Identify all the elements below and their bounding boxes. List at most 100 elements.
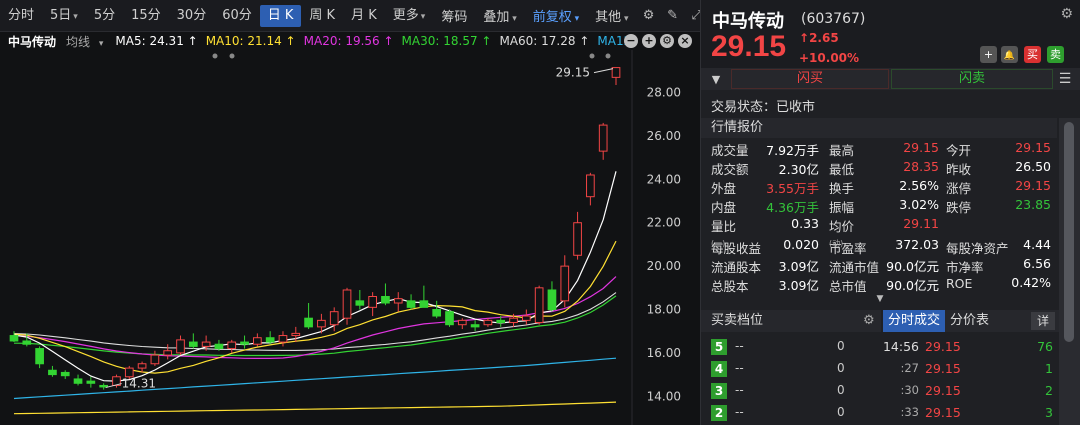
candle-up [586,174,595,198]
tab-period[interactable]: 30分 [169,5,215,27]
settings-icon[interactable]: ⚙ [640,7,658,25]
quote-stats-table: 成交量 7.92万手 最高 29.15 今开 29.15 成交额 2.30亿 最低 28.35 昨收… [701,139,1059,234]
minus-icon[interactable]: − [624,34,638,48]
candle-up [253,337,262,345]
candle-down [496,319,506,324]
stat-value: 28.35 [903,159,939,174]
chip-button[interactable]: 筹码 [433,6,475,25]
tab-period[interactable]: 5分 [86,5,123,27]
price-change-pct: +10.00% [799,51,860,65]
stat-value: 26.50 [1015,159,1051,174]
orderbook-row[interactable]: 3 -- 0 [701,380,881,402]
arrow-up-icon: ↑ [799,31,810,45]
candle-down [445,311,454,326]
y-tick-label: 16.00 [647,346,681,360]
scrollbar[interactable] [1059,118,1080,425]
ma-legend-item: MA20: 19.56 ↑ [303,34,394,48]
y-tick-label: 26.00 [647,129,681,143]
orderbook-row[interactable]: 2 -- 0 [701,402,881,424]
alert-button[interactable]: 🔔 [1001,46,1018,63]
tab-period[interactable]: 日 K [259,4,302,27]
stat-label: 最高 [829,143,855,158]
add-watchlist-button[interactable]: + [980,46,997,63]
tick-volume: 76 [1037,339,1053,354]
trade-status: 交易状态：已收市 [711,100,816,115]
expand-chevron-icon[interactable]: ▼ [701,294,1059,306]
quote-panel: 中马传动 (603767) ⚙ 29.15 ↑2.65 +10.00% + 🔔 … [700,0,1080,425]
adjust-button[interactable]: 前复权 ▾ [525,6,587,25]
tab-price-table[interactable]: 分价表 [945,310,994,332]
collapse-icon[interactable]: ▼ [701,73,731,86]
tab-period[interactable]: 15分 [123,5,169,27]
fin-label-sub: (动) [829,239,844,248]
sell-button[interactable]: 卖 [1047,46,1064,63]
fin-value: 90.0亿元 [886,259,939,274]
marker-dot [212,53,218,59]
tick-row: :33 29.15 3 [883,402,1059,424]
stat-label: 均价 [829,219,855,234]
tab-label: 日 K [267,7,294,23]
candle-down [355,300,365,306]
candle-down [60,371,70,377]
stat-label: 跌停 [946,200,972,215]
stat-label: 振幅 [829,200,855,215]
tick-price: 29.15 [925,383,961,398]
plus-icon[interactable]: + [642,34,656,48]
fin-value: 372.03 [895,237,939,252]
candle-down [470,324,480,328]
close-icon[interactable]: × [678,34,692,48]
detail-button[interactable]: 详 [1030,312,1055,330]
tab-period[interactable]: 60分 [214,5,260,27]
gear-icon[interactable]: ⚙ [863,313,875,328]
stats-row: 成交额 2.30亿 最低 28.35 昨收 26.50 [701,158,1059,177]
tab-label: 分时 [8,7,35,23]
tab-period[interactable]: 月 K [343,5,385,27]
candle-up [176,339,185,354]
settings-icon[interactable]: ⚙ [660,34,674,48]
tick-volume: 3 [1045,405,1053,420]
tab-period[interactable]: 更多 ▾ [385,5,434,27]
other-button[interactable]: 其他 ▾ [587,6,636,25]
price-change: ↑2.65 [799,31,839,45]
tab-label: 周 K [309,7,336,23]
orderbook-price: -- [735,383,744,397]
flash-buy-button[interactable]: 闪买 [731,69,889,89]
stats-row: 成交量 7.92万手 最高 29.15 今开 29.15 [701,139,1059,158]
toolbar-right: 筹码 叠加 ▾ 前复权 ▾ 其他 ▾ ⚙ ✎ ⤢ [433,6,708,25]
candle-down [265,337,275,343]
tab-period[interactable]: 分时 [0,5,42,27]
stat-label: 量比 [711,219,737,234]
tick-volume: 2 [1045,383,1053,398]
ma-mode-select[interactable]: 均线 ▾ [66,33,109,50]
flash-sell-button[interactable]: 闪卖 [891,69,1053,89]
fin-label-text: 总市值 [829,279,867,294]
tab-tick-trades[interactable]: 分时成交 [883,310,946,332]
candle-down [214,343,224,350]
candlestick-chart[interactable]: 28.00 26.00 24.00 22.00 20.00 18.00 16.00 14.00… [0,50,700,425]
tools-icon[interactable]: ✎ [664,7,682,25]
candle-down [547,289,557,311]
stat-value: 2.56% [899,178,939,193]
y-tick-label: 18.00 [647,303,681,317]
fin-value: 6.56 [1023,256,1051,271]
tick-price: 29.15 [925,405,961,420]
scrollbar-thumb[interactable] [1064,122,1074,342]
orderbook-row[interactable]: 5 -- 0 [701,336,881,358]
orderbook-row[interactable]: 4 -- 0 [701,358,881,380]
overlay-button[interactable]: 叠加 ▾ [475,6,524,25]
gear-icon[interactable]: ⚙ [1060,6,1073,22]
ma-mode-label: 均线 [66,34,91,49]
financials-table: 每股收益 (一) 0.020 市盈率 (动) 372.03 每股净资产 4.44 流通股本 3.0… [701,236,1059,294]
orderbook-qty: 0 [837,361,845,375]
tab-period[interactable]: 周 K [301,5,343,27]
candle-up [509,317,518,324]
menu-icon[interactable]: ☰ [1053,71,1077,87]
candle-up [483,319,493,326]
tab-period[interactable]: 5日 ▾ [42,5,86,27]
buy-button[interactable]: 买 [1024,46,1041,63]
ma-legend-item: MA10: 21.14 ↑ [205,34,296,48]
chart-panel: 分时 5日 ▾ 5分 15分 30分 60分日 K 周 K 月 K 更多 ▾ 筹码 叠加 ▾ 前复权… [0,0,702,425]
tab-label: 5日 [50,7,72,23]
ma-legend-item: MA5: 24.31 ↑ [115,34,198,48]
stat-label: 外盘 [711,181,737,196]
